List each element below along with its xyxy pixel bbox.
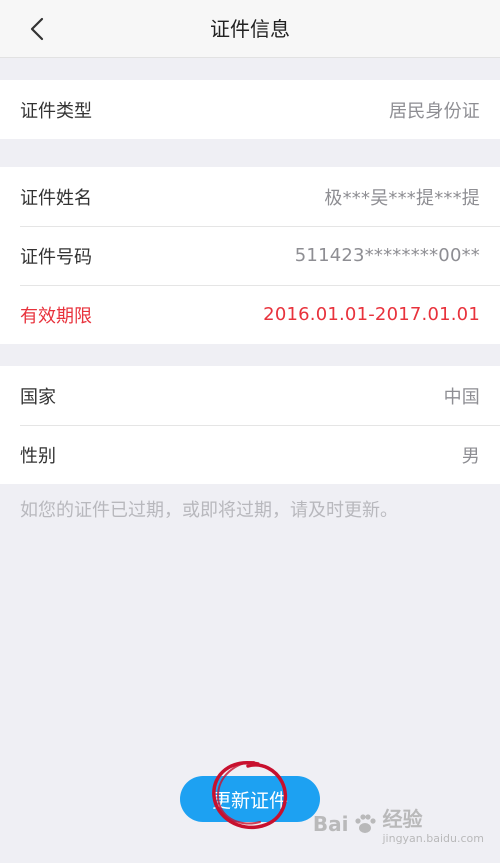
row-document-name: 证件姓名 极***吴***提***提 [0, 167, 500, 226]
row-value: 中国 [443, 386, 480, 408]
watermark-brand: 经验 jingyan.baidu.com [382, 807, 484, 845]
section-document-details: 证件姓名 极***吴***提***提 证件号码 511423********00… [0, 167, 500, 344]
update-document-button[interactable]: 更新证件 [180, 776, 320, 822]
row-value: 居民身份证 [389, 100, 480, 122]
paw-logo-icon [355, 814, 377, 833]
row-label: 证件类型 [20, 100, 92, 122]
expiry-notice: 如您的证件已过期，或即将过期，请及时更新。 [20, 500, 398, 521]
row-label: 性别 [20, 445, 56, 467]
row-value: 男 [461, 445, 480, 467]
row-gender: 性别 男 [0, 425, 500, 484]
row-label: 证件号码 [20, 246, 92, 268]
update-button-wrap: 更新证件 [180, 761, 320, 830]
row-value: 511423********00** [294, 245, 480, 266]
row-label: 证件姓名 [20, 187, 92, 209]
watermark: Bai 经验 jingyan.baidu.com [313, 803, 484, 845]
row-document-type[interactable]: 证件类型 居民身份证 [0, 80, 500, 139]
section-document-type: 证件类型 居民身份证 [0, 80, 500, 139]
row-country: 国家 中国 [0, 366, 500, 425]
row-validity-period: 有效期限 2016.01.01-2017.01.01 [0, 285, 500, 344]
row-document-number: 证件号码 511423********00** [0, 226, 500, 285]
page-title: 证件信息 [210, 17, 290, 41]
row-value: 极***吴***提***提 [324, 187, 480, 209]
row-value: 2016.01.01-2017.01.01 [263, 304, 480, 325]
section-personal: 国家 中国 性别 男 [0, 366, 500, 484]
row-label: 国家 [20, 386, 56, 408]
row-label: 有效期限 [20, 305, 92, 327]
nav-bar: 证件信息 [0, 0, 500, 58]
watermark-text: Bai [312, 812, 349, 836]
